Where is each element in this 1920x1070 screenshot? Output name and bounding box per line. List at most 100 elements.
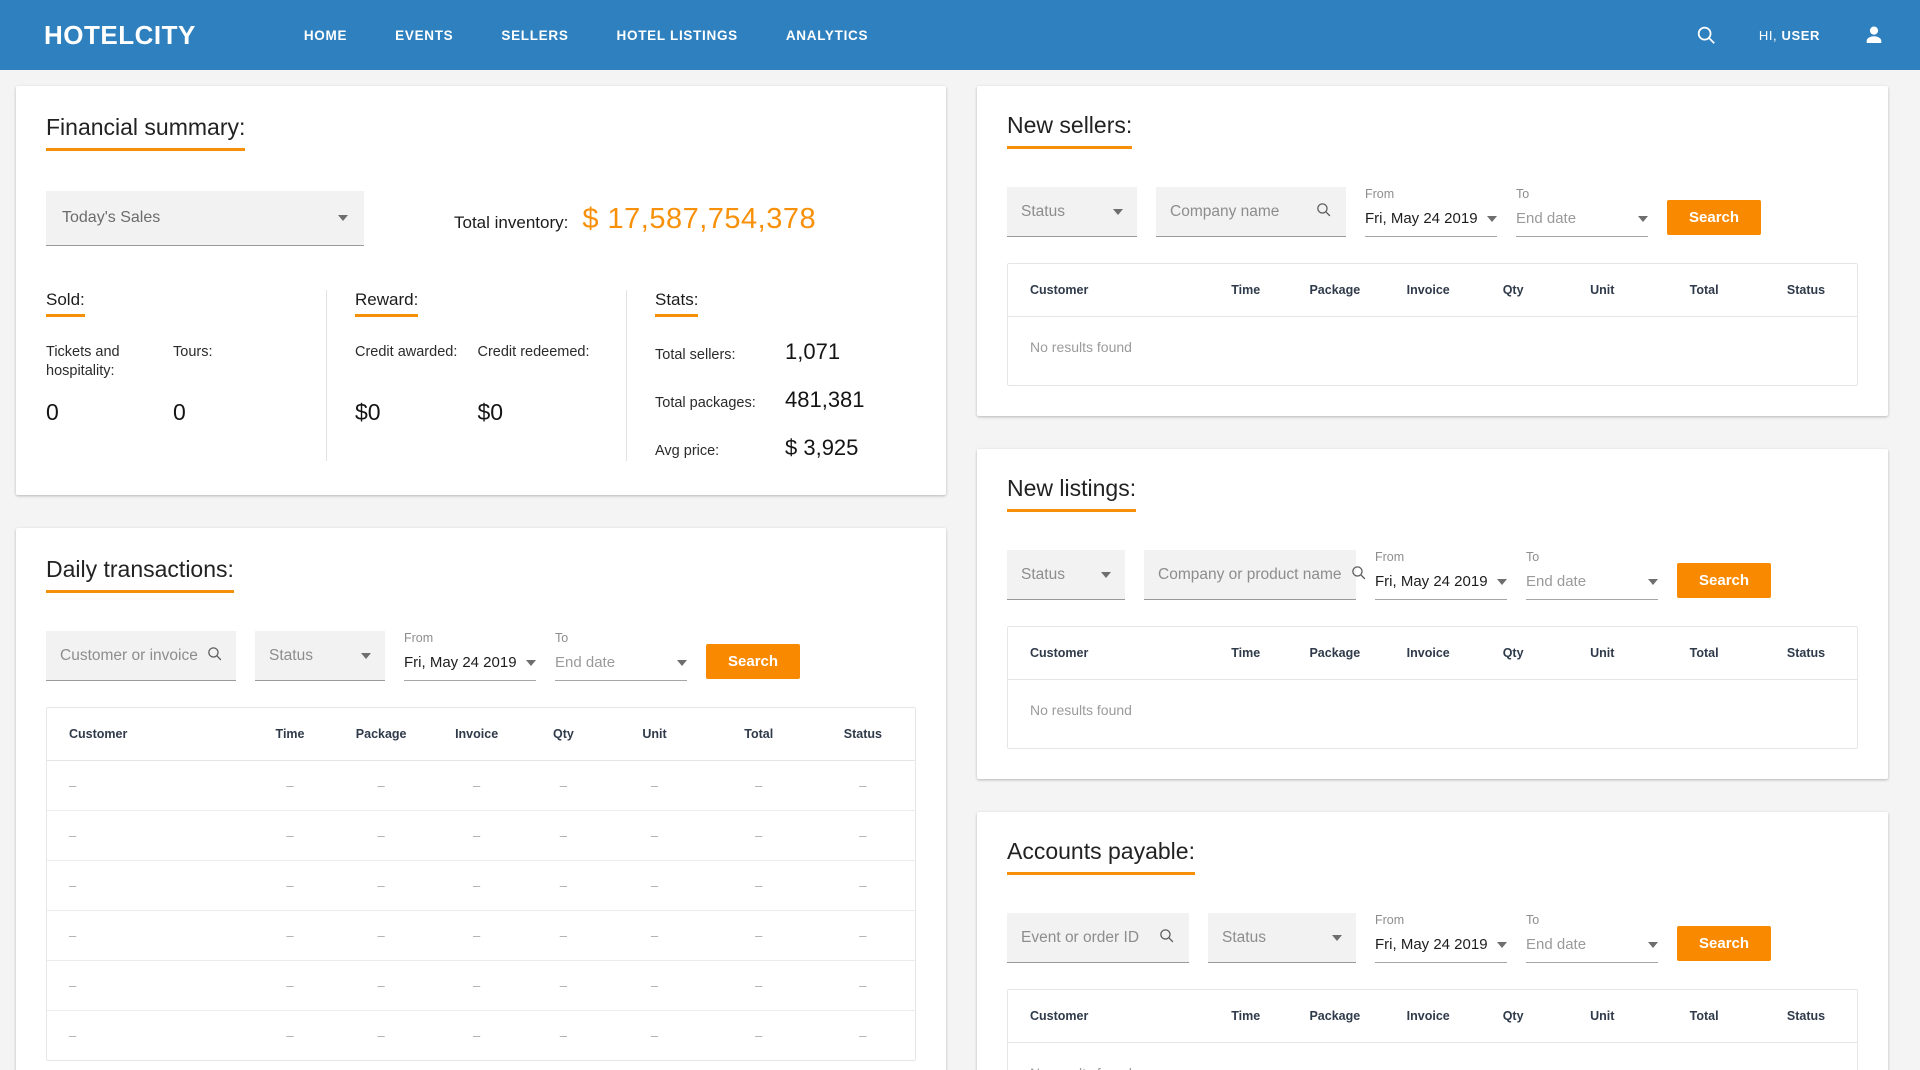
total-inventory: Total inventory: $ 17,587,754,378 — [454, 203, 816, 246]
nav-item-analytics[interactable]: ANALYTICS — [762, 28, 892, 43]
metric-label: Credit redeemed: — [478, 343, 601, 381]
column-header-total[interactable]: Total — [1653, 627, 1755, 680]
metric-group-reward-title: Reward: — [355, 290, 418, 317]
listings-to-label: To — [1526, 550, 1658, 564]
daily-status-select[interactable]: Status — [255, 631, 385, 681]
column-header-package[interactable]: Package — [1288, 990, 1381, 1043]
payable-search-input[interactable]: Event or order ID — [1007, 913, 1189, 963]
person-icon[interactable] — [1862, 23, 1886, 47]
sellers-search-input[interactable]: Company name — [1156, 187, 1346, 237]
daily-from-date[interactable]: From Fri, May 24 2019 — [404, 631, 536, 681]
listings-search-button[interactable]: Search — [1677, 563, 1771, 598]
cell-status: – — [811, 811, 915, 861]
table-row[interactable]: –––––––– — [47, 911, 915, 961]
payable-to-value: End date — [1526, 936, 1648, 953]
column-header-invoice[interactable]: Invoice — [1382, 264, 1475, 317]
column-header-time[interactable]: Time — [247, 708, 334, 761]
column-header-total[interactable]: Total — [1653, 990, 1755, 1043]
column-header-invoice[interactable]: Invoice — [429, 708, 524, 761]
table-row[interactable]: –––––––– — [47, 961, 915, 1011]
column-header-customer[interactable]: Customer — [1008, 264, 1203, 317]
cell-unit: – — [602, 961, 706, 1011]
column-header-unit[interactable]: Unit — [602, 708, 706, 761]
column-header-status[interactable]: Status — [1755, 990, 1857, 1043]
cell-invoice: – — [429, 861, 524, 911]
column-header-qty[interactable]: Qty — [1475, 264, 1551, 317]
cell-total: – — [707, 1011, 811, 1061]
column-header-qty[interactable]: Qty — [1475, 990, 1551, 1043]
column-header-time[interactable]: Time — [1203, 264, 1288, 317]
sales-range-select[interactable]: Today's Sales — [46, 191, 364, 246]
payable-to-date[interactable]: To End date — [1526, 913, 1658, 963]
column-header-time[interactable]: Time — [1203, 990, 1288, 1043]
stat-total-packages: Total packages: 481,381 — [655, 387, 890, 413]
column-header-invoice[interactable]: Invoice — [1382, 990, 1475, 1043]
column-header-qty[interactable]: Qty — [524, 708, 602, 761]
stat-label: Total sellers: — [655, 347, 785, 363]
column-header-unit[interactable]: Unit — [1551, 264, 1653, 317]
column-header-customer[interactable]: Customer — [1008, 627, 1203, 680]
daily-search-field: Customer or invoice — [46, 631, 236, 681]
table-row[interactable]: –––––––– — [47, 761, 915, 811]
column-header-customer[interactable]: Customer — [1008, 990, 1203, 1043]
table-header-row: Customer Time Package Invoice Qty Unit T… — [1008, 990, 1857, 1043]
column-header-total[interactable]: Total — [1653, 264, 1755, 317]
payable-search-button[interactable]: Search — [1677, 926, 1771, 961]
column-header-time[interactable]: Time — [1203, 627, 1288, 680]
metric-group-reward: Reward: Credit awarded: $0 Credit redeem… — [326, 290, 626, 461]
nav-item-sellers[interactable]: SELLERS — [477, 28, 592, 43]
listings-status-placeholder: Status — [1021, 566, 1101, 584]
nav-item-home[interactable]: HOME — [280, 28, 371, 43]
listings-to-date[interactable]: To End date — [1526, 550, 1658, 600]
column-header-unit[interactable]: Unit — [1551, 627, 1653, 680]
daily-search-button[interactable]: Search — [706, 644, 800, 679]
listings-status-select[interactable]: Status — [1007, 550, 1125, 600]
column-header-package[interactable]: Package — [1288, 264, 1381, 317]
table-row[interactable]: –––––––– — [47, 1011, 915, 1061]
cell-time: – — [247, 861, 334, 911]
brand-logo[interactable]: HOTELCITY — [44, 20, 196, 51]
stat-value: $ 3,925 — [785, 435, 858, 461]
table-row[interactable]: –––––––– — [47, 811, 915, 861]
cell-customer: – — [47, 1011, 247, 1061]
metric-group-sold: Sold: Tickets and hospitality: 0 Tours: … — [46, 290, 326, 461]
column-header-unit[interactable]: Unit — [1551, 990, 1653, 1043]
column-header-status[interactable]: Status — [1755, 264, 1857, 317]
column-header-status[interactable]: Status — [811, 708, 915, 761]
column-header-customer[interactable]: Customer — [47, 708, 247, 761]
listings-search-input[interactable]: Company or product name — [1144, 550, 1356, 600]
payable-to-row: End date — [1526, 936, 1658, 963]
payable-status-select[interactable]: Status — [1208, 913, 1356, 963]
nav-item-events[interactable]: EVENTS — [371, 28, 477, 43]
column-header-invoice[interactable]: Invoice — [1382, 627, 1475, 680]
stat-total-sellers: Total sellers: 1,071 — [655, 339, 890, 365]
column-header-status[interactable]: Status — [1755, 627, 1857, 680]
table-row[interactable]: –––––––– — [47, 861, 915, 911]
sellers-status-select[interactable]: Status — [1007, 187, 1137, 237]
column-header-total[interactable]: Total — [707, 708, 811, 761]
column-header-package[interactable]: Package — [1288, 627, 1381, 680]
search-icon[interactable] — [1695, 24, 1717, 46]
listings-from-date[interactable]: From Fri, May 24 2019 — [1375, 550, 1507, 600]
column-header-qty[interactable]: Qty — [1475, 627, 1551, 680]
chevron-down-icon — [526, 660, 536, 666]
sellers-from-date[interactable]: From Fri, May 24 2019 — [1365, 187, 1497, 237]
daily-to-date[interactable]: To End date — [555, 631, 687, 681]
daily-search-input[interactable]: Customer or invoice — [46, 631, 236, 681]
cell-qty: – — [524, 861, 602, 911]
sellers-to-date[interactable]: To End date — [1516, 187, 1648, 237]
table-header-row: Customer Time Package Invoice Qty Unit T… — [47, 708, 915, 761]
cell-total: – — [707, 961, 811, 1011]
nav-item-hotel-listings[interactable]: HOTEL LISTINGS — [593, 28, 762, 43]
daily-transactions-filters: Customer or invoice Status — [46, 631, 916, 681]
listings-search-placeholder: Company or product name — [1158, 566, 1342, 584]
chevron-down-icon — [677, 660, 687, 666]
payable-from-date[interactable]: From Fri, May 24 2019 — [1375, 913, 1507, 963]
sellers-search-button[interactable]: Search — [1667, 200, 1761, 235]
daily-transactions-title: Daily transactions: — [46, 556, 234, 593]
stat-value: 1,071 — [785, 339, 840, 365]
cell-qty: – — [524, 961, 602, 1011]
stat-avg-price: Avg price: $ 3,925 — [655, 435, 890, 461]
column-header-package[interactable]: Package — [333, 708, 428, 761]
new-listings-filters: Status Company or product name — [1007, 550, 1858, 600]
